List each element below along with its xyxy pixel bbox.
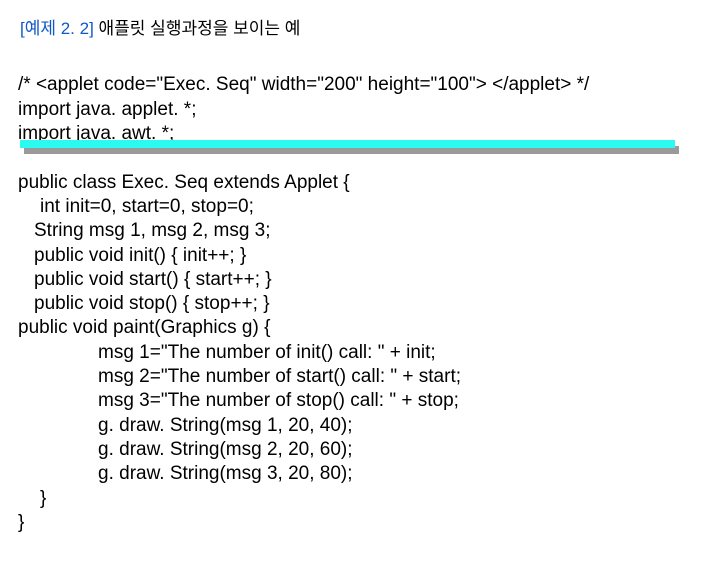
code-line: import java. applet. *; bbox=[18, 99, 196, 120]
heading-text: 애플릿 실행과정을 보이는 예 bbox=[99, 19, 301, 38]
code-line: g. draw. String(msg 1, 20, 40); bbox=[18, 415, 353, 436]
highlight-divider bbox=[18, 144, 706, 154]
code-line: } bbox=[18, 488, 46, 509]
code-line: msg 1="The number of init() call: " + in… bbox=[18, 342, 436, 363]
code-line: } bbox=[18, 512, 24, 533]
code-line: public void stop() { stop++; } bbox=[18, 293, 270, 314]
code-block: /* <applet code="Exec. Seq" width="200" … bbox=[18, 49, 706, 560]
code-line: public void start() { start++; } bbox=[18, 269, 272, 290]
heading-prefix: [예제 2. 2] bbox=[20, 19, 99, 38]
code-line: msg 3="The number of stop() call: " + st… bbox=[18, 390, 459, 411]
code-line: g. draw. String(msg 2, 20, 60); bbox=[18, 439, 353, 460]
code-line: public void paint(Graphics g) { bbox=[18, 317, 270, 338]
code-line: g. draw. String(msg 3, 20, 80); bbox=[18, 463, 353, 484]
code-line: msg 2="The number of start() call: " + s… bbox=[18, 366, 461, 387]
code-line: public class Exec. Seq extends Applet { bbox=[18, 172, 350, 193]
code-line: String msg 1, msg 2, msg 3; bbox=[18, 220, 271, 241]
code-line: int init=0, start=0, stop=0; bbox=[18, 196, 254, 217]
code-line: public void init() { init++; } bbox=[18, 245, 246, 266]
document-page: [예제 2. 2] 애플릿 실행과정을 보이는 예 /* <applet cod… bbox=[0, 0, 720, 570]
example-heading: [예제 2. 2] 애플릿 실행과정을 보이는 예 bbox=[20, 14, 706, 39]
code-line: /* <applet code="Exec. Seq" width="200" … bbox=[18, 74, 589, 95]
